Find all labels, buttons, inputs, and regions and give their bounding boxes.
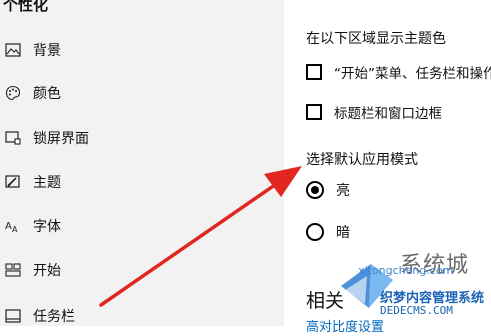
watermark-cms-url: DEDECMS.COM — [380, 304, 453, 317]
watermark-url: xitongcheng.com — [358, 264, 454, 277]
